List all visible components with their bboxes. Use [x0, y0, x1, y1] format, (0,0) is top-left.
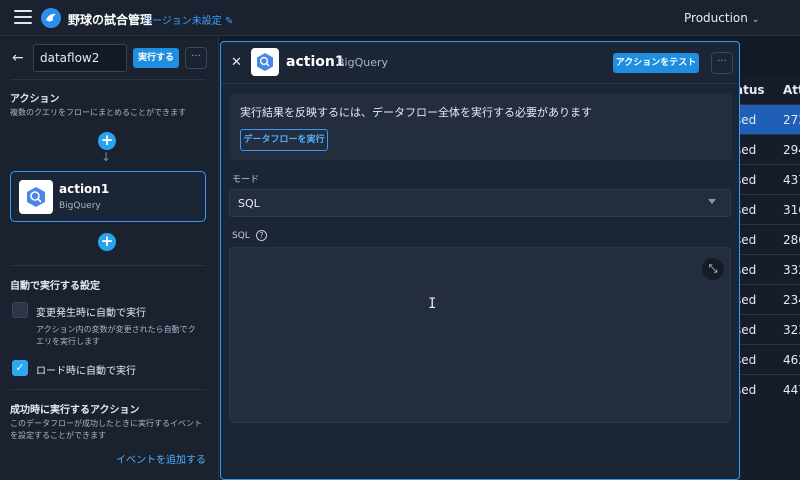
attendance-cell: 294	[783, 143, 800, 157]
background-table: atus Att sed273sed294sed437sed316sed286s…	[735, 76, 800, 480]
divider	[221, 83, 739, 84]
attendance-cell: 286	[783, 233, 800, 247]
table-row[interactable]: sed234	[735, 284, 800, 314]
more-options-button[interactable]: ···	[711, 52, 733, 74]
auto-on-change-desc-line2: エリを実行します	[36, 337, 100, 346]
bigquery-icon	[19, 180, 53, 214]
mode-label: モード	[232, 175, 260, 185]
actions-title: アクション	[10, 94, 60, 105]
app-title: 野球の試合管理	[68, 13, 153, 27]
add-action-bottom-plus-icon[interactable]: +	[98, 233, 116, 251]
auto-on-load-label[interactable]: ロード時に自動で実行	[36, 362, 136, 377]
top-bar: 野球の試合管理 バージョン未設定 ✎ Production ⌄	[0, 0, 800, 36]
on-success-title: 成功時に実行するアクション	[10, 405, 140, 416]
edit-icon[interactable]: ✎	[225, 16, 233, 27]
column-header-attendance: Att	[783, 83, 800, 97]
text-cursor-icon: I	[428, 296, 437, 312]
app-logo-icon	[41, 8, 61, 28]
test-action-button[interactable]: アクションをテスト	[613, 53, 699, 73]
table-row[interactable]: sed294	[735, 134, 800, 164]
auto-on-change-checkbox[interactable]	[12, 302, 28, 318]
attendance-cell: 437	[783, 173, 800, 187]
table-row[interactable]: sed316	[735, 194, 800, 224]
run-button[interactable]: 実行する	[133, 48, 179, 68]
add-action-top-plus-icon[interactable]: +	[98, 132, 116, 150]
hamburger-icon[interactable]	[14, 10, 32, 24]
action-editor-panel: ✕ action1 BigQuery アクションをテスト ··· 実行結果を反映…	[220, 41, 740, 480]
divider	[10, 265, 206, 266]
notice-text: 実行結果を反映するには、データフロー全体を実行する必要があります	[240, 106, 592, 119]
notice-box: 実行結果を反映するには、データフロー全体を実行する必要があります データフローを…	[230, 94, 732, 160]
add-event-link[interactable]: イベントを追加する	[116, 451, 206, 466]
attendance-cell: 234	[783, 293, 800, 307]
bigquery-icon	[251, 48, 279, 76]
action-card[interactable]: action1 BigQuery	[10, 171, 206, 222]
more-options-button[interactable]: ···	[185, 47, 207, 69]
run-dataflow-button[interactable]: データフローを実行	[240, 129, 328, 151]
version-link[interactable]: バージョン未設定 ✎	[142, 12, 233, 27]
help-icon[interactable]: ?	[256, 230, 267, 241]
table-row[interactable]: sed462	[735, 344, 800, 374]
divider	[10, 389, 206, 390]
flow-name-input[interactable]	[33, 44, 127, 72]
environment-label[interactable]: Production	[684, 11, 748, 25]
caret-down-icon[interactable]	[708, 199, 716, 204]
auto-on-change-desc-line1: アクション内の変数が変更されたら自動でク	[36, 325, 196, 334]
on-success-desc-line1: このデータフローが成功したときに実行するイベント	[10, 419, 202, 428]
divider	[10, 79, 206, 80]
attendance-cell: 273	[783, 113, 800, 127]
table-row[interactable]: sed332	[735, 254, 800, 284]
action-card-title: action1	[59, 182, 110, 196]
environment-selector[interactable]: Production ⌄	[684, 11, 759, 25]
expand-icon[interactable]: ⤡	[702, 258, 724, 280]
attendance-cell: 447	[783, 383, 800, 397]
action-card-subtitle: BigQuery	[59, 201, 101, 211]
back-arrow-icon[interactable]: ←	[12, 50, 24, 66]
left-panel: ← 実行する ··· アクション 複数のクエリをフローにまとめることができます …	[0, 37, 219, 480]
arrow-down-icon: ↓	[101, 150, 112, 164]
auto-run-title: 自動で実行する設定	[10, 281, 100, 292]
table-row[interactable]: sed273	[735, 104, 800, 134]
close-icon[interactable]: ✕	[231, 55, 242, 70]
check-icon: ✓	[15, 361, 25, 374]
attendance-cell: 316	[783, 203, 800, 217]
attendance-cell: 323	[783, 323, 800, 337]
chevron-down-icon[interactable]: ⌄	[752, 15, 760, 25]
table-row[interactable]: sed437	[735, 164, 800, 194]
attendance-cell: 332	[783, 263, 800, 277]
on-success-desc-line2: を設定することができます	[10, 431, 106, 440]
mode-select[interactable]: SQL	[229, 189, 731, 217]
mode-value[interactable]: SQL	[238, 197, 260, 210]
version-label[interactable]: バージョン未設定	[142, 16, 222, 27]
actions-description: 複数のクエリをフローにまとめることができます	[10, 108, 186, 117]
table-row[interactable]: sed286	[735, 224, 800, 254]
action-title: action1	[286, 54, 345, 70]
sql-label: SQL	[232, 231, 250, 241]
table-row[interactable]: sed323	[735, 314, 800, 344]
action-subtitle: BigQuery	[337, 56, 389, 69]
table-row[interactable]: sed447	[735, 374, 800, 404]
auto-on-change-label[interactable]: 変更発生時に自動で実行	[36, 304, 146, 319]
attendance-cell: 462	[783, 353, 800, 367]
sql-editor[interactable]: ⤡ I	[229, 247, 731, 423]
auto-on-load-checkbox[interactable]: ✓	[12, 360, 28, 376]
